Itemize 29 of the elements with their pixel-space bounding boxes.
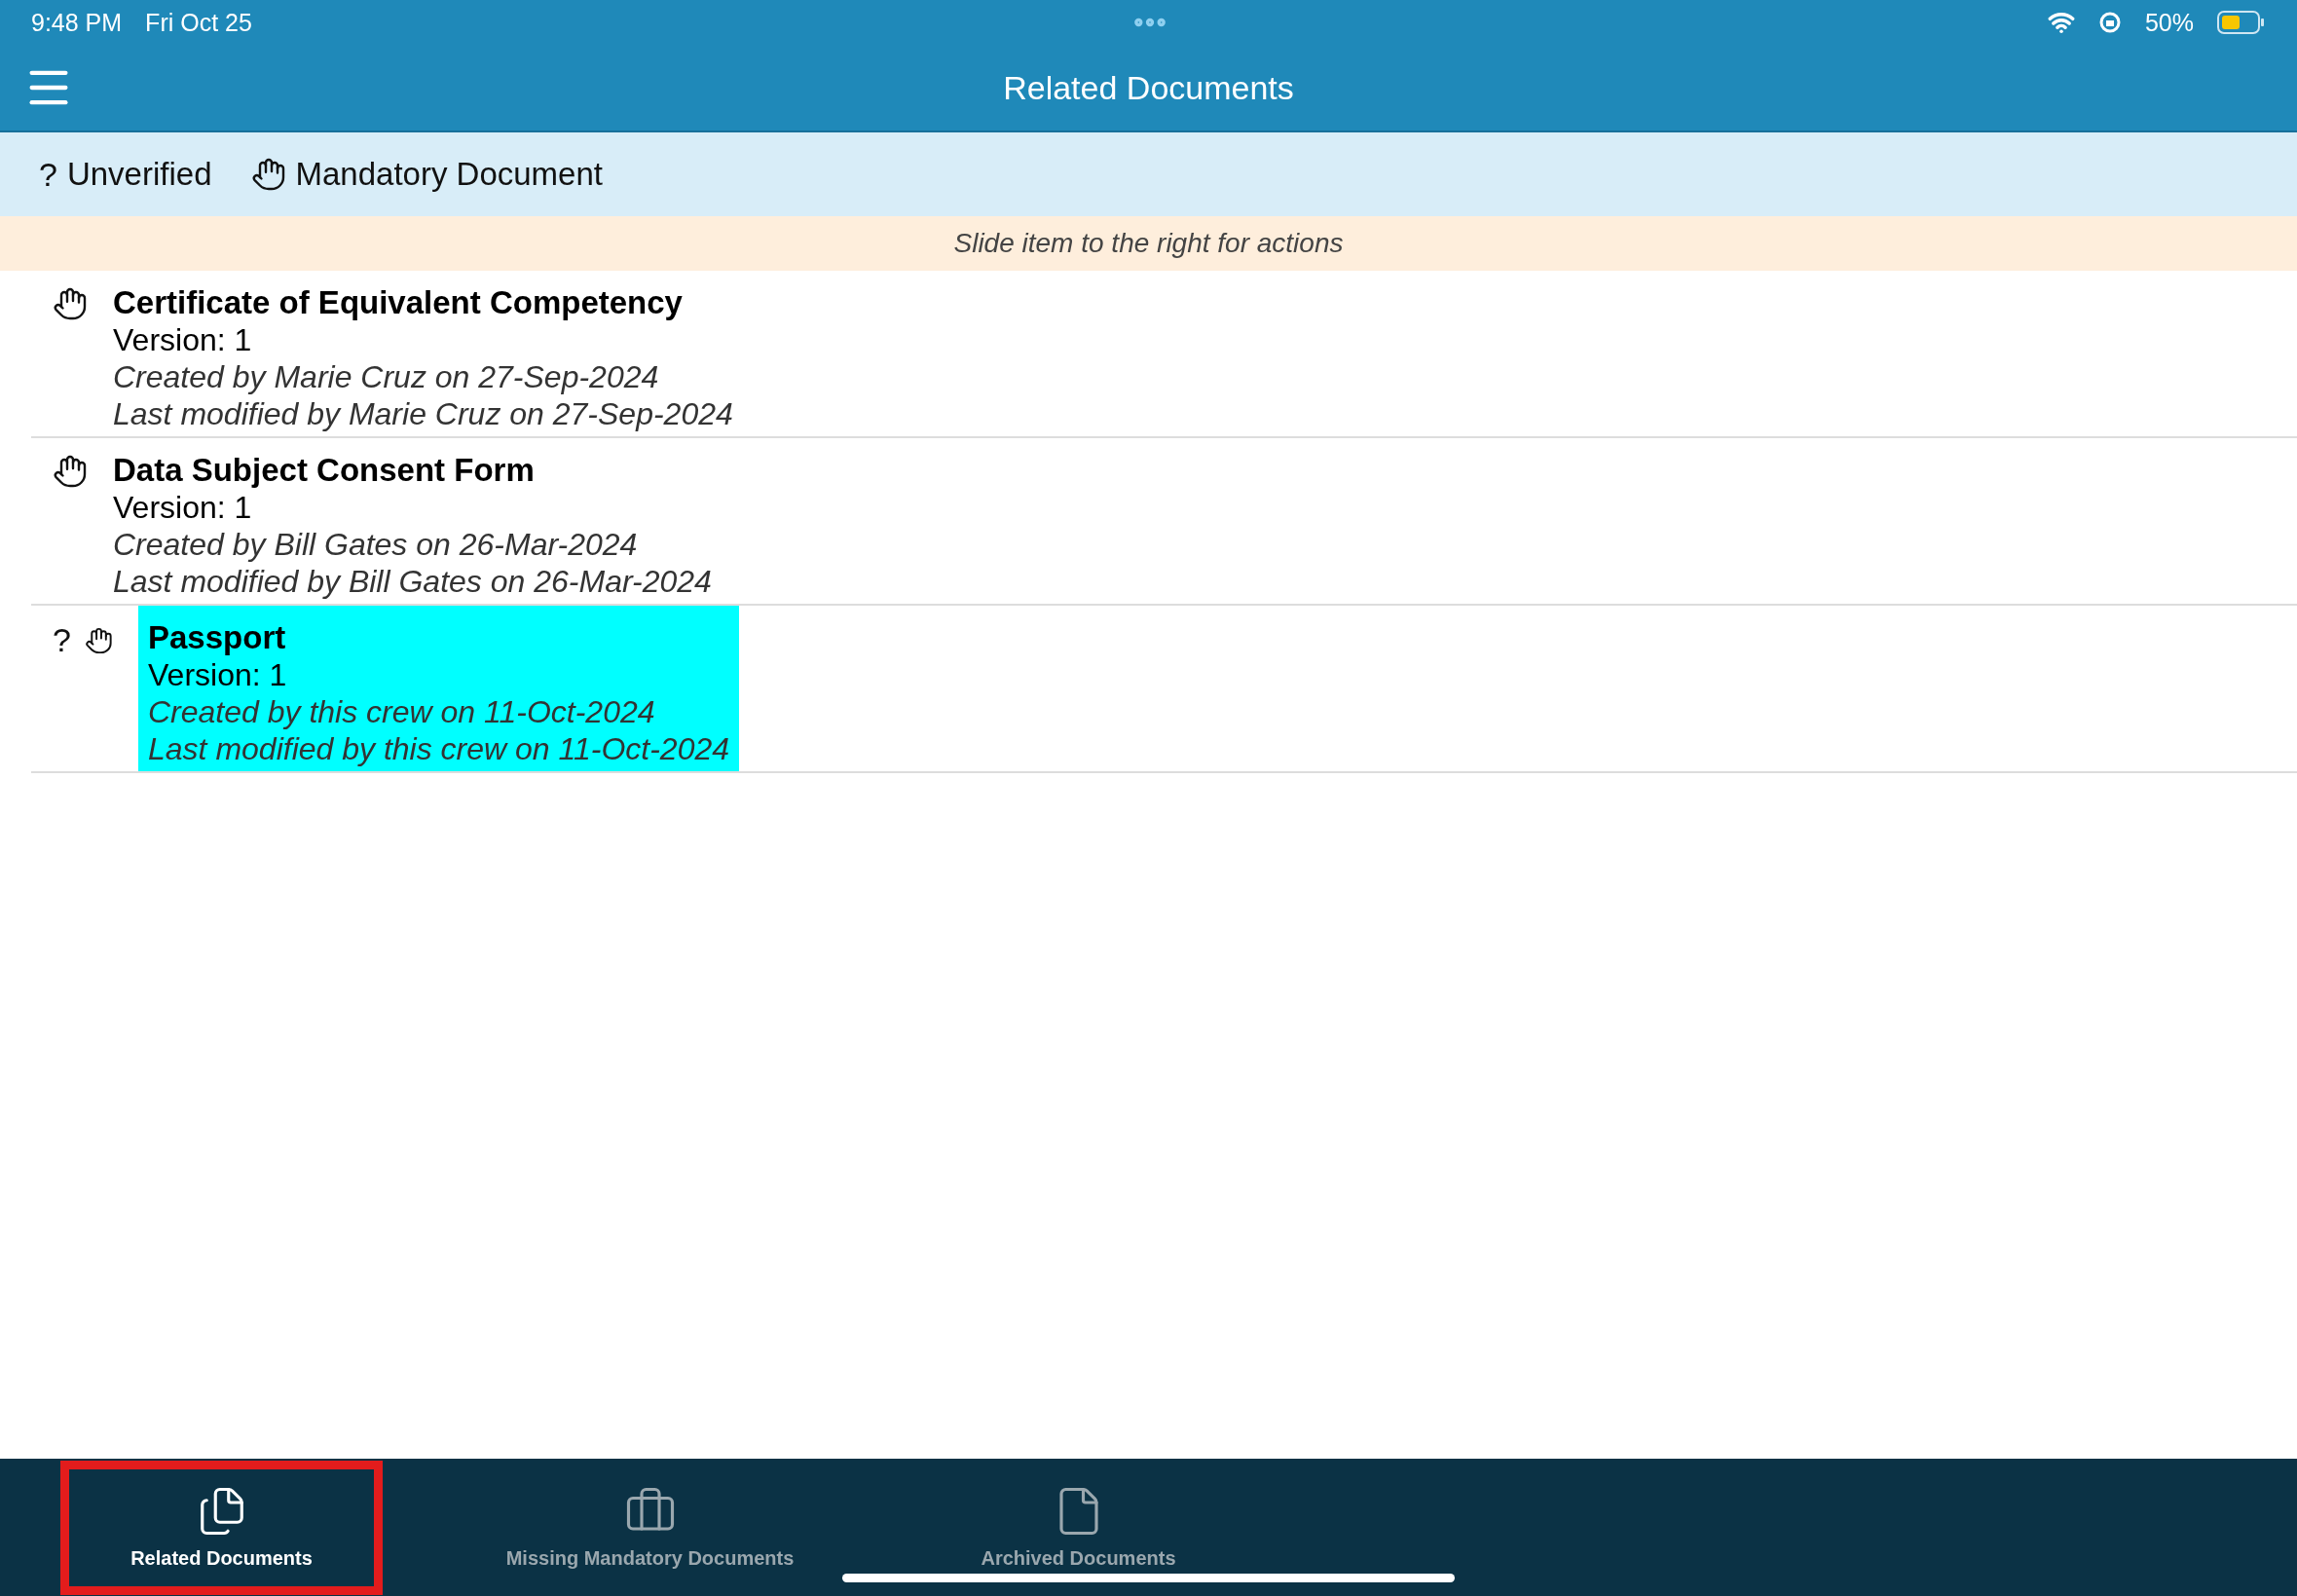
hint-text: Slide item to the right for actions: [0, 216, 2297, 271]
created-info: Created by this crew on 11-Oct-2024: [148, 693, 656, 730]
hand-icon: [250, 157, 286, 192]
modified-info: Last modified by Bill Gates on 26-Mar-2024: [113, 563, 712, 600]
document-title: Data Subject Consent Form: [113, 452, 536, 489]
unverified-mark: ?: [53, 621, 71, 659]
created-info: Created by Marie Cruz on 27-Sep-2024: [113, 358, 660, 395]
document-title: Passport: [148, 619, 287, 656]
legend-label: Unverified: [66, 156, 212, 193]
rotation-lock-icon: [2097, 11, 2122, 34]
created-info: Created by Bill Gates on 26-Mar-2024: [113, 526, 639, 563]
document-version: Version: 1: [148, 656, 288, 693]
status-time: 9:48 PM: [31, 8, 123, 37]
document-row[interactable]: Certificate of Equivalent Competency Version: 1 Created by Marie Cruz on 27-Sep-2024 Last modified by Marie Cruz on 27-Sep-2024: [31, 271, 2297, 438]
document-title: Certificate of Equivalent Competency: [113, 284, 684, 321]
status-date: Fri Oct 25: [145, 8, 252, 37]
modified-info: Last modified by Marie Cruz on 27-Sep-2024: [113, 395, 733, 432]
highlighted-document[interactable]: Passport Version: 1 Created by this crew on 11-Oct-2024 Last modified by this crew on 11-Oct-2024: [138, 606, 740, 771]
screen-title: Related Documents: [1003, 68, 1294, 106]
battery-percentage: 50%: [2144, 8, 2194, 37]
tab-button[interactable]: Missing Mandatory Documents: [489, 1460, 811, 1595]
question-mark-symbol: ?: [39, 155, 57, 194]
document-version: Version: 1: [113, 321, 253, 358]
tab-button[interactable]: Archived Documents: [917, 1460, 1240, 1595]
battery-icon: [2217, 10, 2266, 35]
legend-label: Mandatory Document: [295, 156, 603, 193]
tab-button[interactable]: Related Documents: [60, 1460, 383, 1595]
document-version: Version: 1: [113, 489, 253, 526]
modified-info: Last modified by this crew on 11-Oct-2024: [148, 730, 730, 767]
